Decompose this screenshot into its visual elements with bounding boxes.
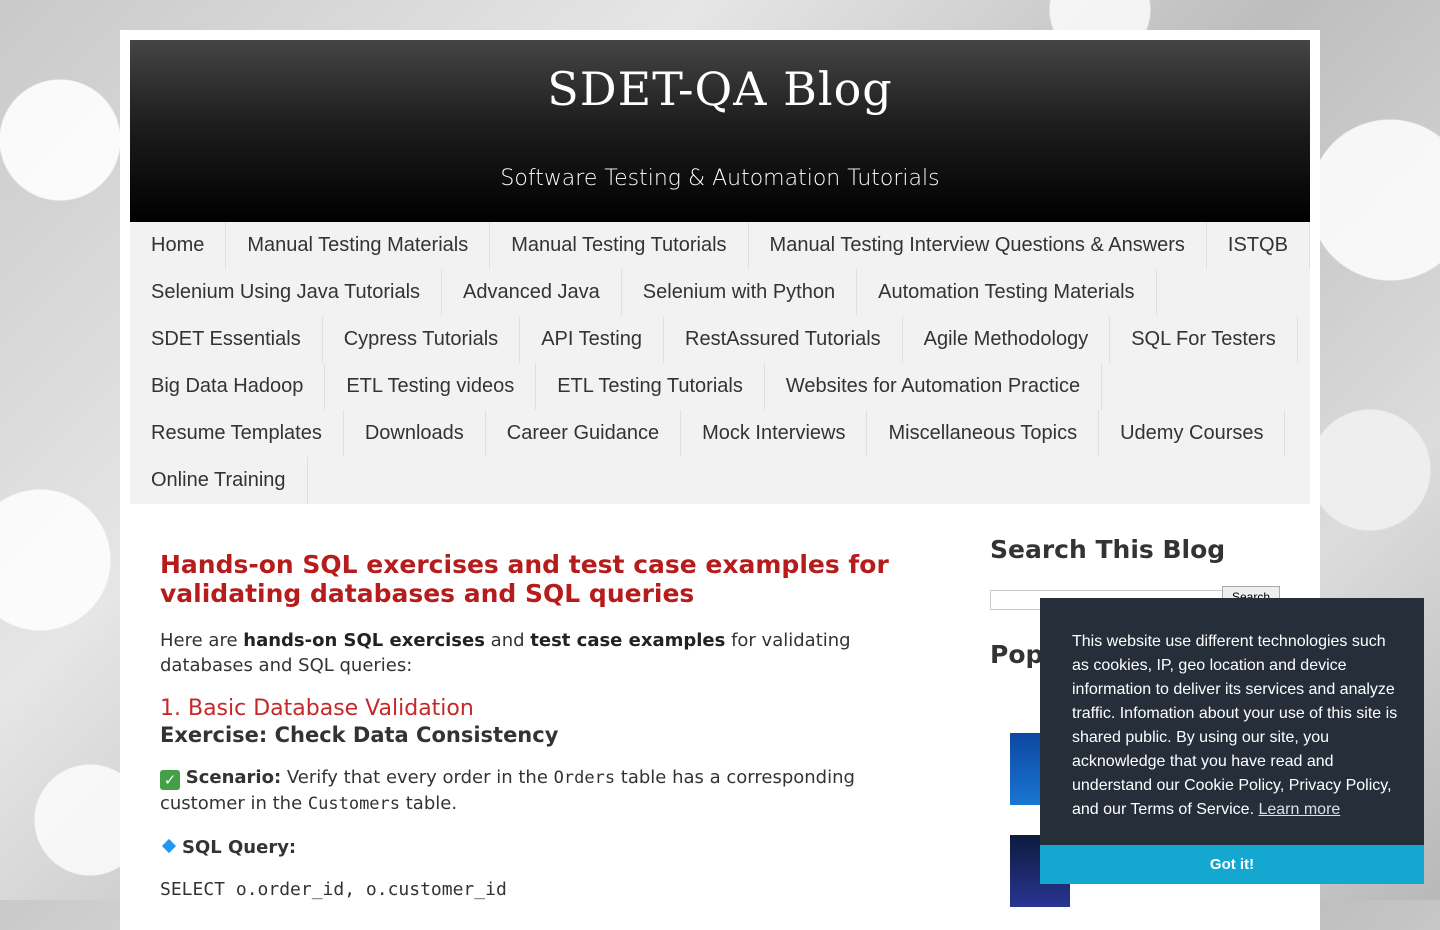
intro-text: and [484, 630, 531, 651]
nav-item-agile[interactable]: Agile Methodology [903, 316, 1111, 363]
nav-item-etl-tutorials[interactable]: ETL Testing Tutorials [536, 363, 765, 410]
scenario-label: Scenario: [185, 767, 282, 788]
scenario-text: table. [400, 793, 458, 814]
nav-item-big-data[interactable]: Big Data Hadoop [130, 363, 326, 410]
nav-item-automation-materials[interactable]: Automation Testing Materials [857, 269, 1157, 316]
scenario-text: Verify that every order in the [281, 767, 554, 788]
nav-item-cypress[interactable]: Cypress Tutorials [323, 316, 521, 363]
cookie-message: This website use different technologies … [1072, 630, 1402, 822]
inline-code: Customers [307, 794, 401, 814]
got-it-button[interactable]: Got it! [1040, 845, 1424, 884]
nav-item-manual-testing-tutorials[interactable]: Manual Testing Tutorials [490, 222, 749, 269]
nav-item-sql-testers[interactable]: SQL For Testers [1110, 316, 1298, 363]
nav-item-selenium-python[interactable]: Selenium with Python [622, 269, 858, 316]
blog-title[interactable]: SDET-QA Blog [130, 62, 1310, 116]
code-block: SELECT o.order_id, o.customer_id [160, 879, 507, 900]
nav-item-restassured[interactable]: RestAssured Tutorials [664, 316, 903, 363]
post-title[interactable]: Hands-on SQL exercises and test case exa… [160, 550, 935, 608]
intro-bold: test case examples [530, 630, 726, 651]
learn-more-link[interactable]: Learn more [1258, 801, 1340, 818]
nav-row: Resume Templates Downloads Career Guidan… [130, 410, 1310, 457]
nav-row: Selenium Using Java Tutorials Advanced J… [130, 269, 1310, 316]
exercise-heading: Exercise: Check Data Consistency [160, 723, 559, 747]
cookie-banner: This website use different technologies … [1040, 598, 1424, 884]
nav-row: Home Manual Testing Materials Manual Tes… [130, 222, 1310, 269]
blog-header: SDET-QA Blog Software Testing & Automati… [130, 40, 1310, 222]
check-icon: ✓ [160, 770, 180, 790]
inline-code: Orders [553, 768, 616, 788]
query-label-row: SQL Query: [160, 835, 935, 861]
nav-item-api-testing[interactable]: API Testing [520, 316, 664, 363]
intro-bold: hands-on SQL exercises [243, 630, 485, 651]
nav-row: SDET Essentials Cypress Tutorials API Te… [130, 316, 1310, 363]
nav-item-manual-testing-interview[interactable]: Manual Testing Interview Questions & Ans… [749, 222, 1207, 269]
nav-item-automation-practice[interactable]: Websites for Automation Practice [765, 363, 1103, 410]
nav-item-istqb[interactable]: ISTQB [1207, 222, 1310, 269]
diamond-icon [161, 838, 177, 854]
nav-item-manual-testing-materials[interactable]: Manual Testing Materials [226, 222, 491, 269]
post-intro: Here are hands-on SQL exercises and test… [160, 628, 935, 678]
nav-row: Big Data Hadoop ETL Testing videos ETL T… [130, 363, 1310, 410]
nav-item-mock-interviews[interactable]: Mock Interviews [681, 410, 868, 457]
search-title: Search This Blog [990, 535, 1226, 564]
nav-item-online-training[interactable]: Online Training [130, 457, 308, 504]
section-heading: 1. Basic Database Validation [160, 696, 474, 721]
nav-item-home[interactable]: Home [130, 222, 227, 269]
nav-item-etl-videos[interactable]: ETL Testing videos [325, 363, 537, 410]
nav-item-sdet-essentials[interactable]: SDET Essentials [130, 316, 323, 363]
blog-description: Software Testing & Automation Tutorials [500, 166, 940, 191]
nav-item-selenium-java[interactable]: Selenium Using Java Tutorials [130, 269, 443, 316]
post-body: Hands-on SQL exercises and test case exa… [160, 550, 935, 900]
nav-row: Online Training [130, 457, 1310, 504]
nav-item-downloads[interactable]: Downloads [344, 410, 486, 457]
nav-item-career[interactable]: Career Guidance [486, 410, 682, 457]
nav-item-misc[interactable]: Miscellaneous Topics [867, 410, 1100, 457]
intro-text: Here are [160, 630, 244, 651]
scenario-paragraph: ✓ Scenario: Verify that every order in t… [160, 765, 935, 817]
nav-item-resume[interactable]: Resume Templates [130, 410, 344, 457]
nav-item-advanced-java[interactable]: Advanced Java [442, 269, 622, 316]
cookie-text: This website use different technologies … [1072, 633, 1398, 818]
nav-menu: Home Manual Testing Materials Manual Tes… [130, 222, 1310, 504]
query-label: SQL Query: [182, 837, 297, 858]
nav-item-udemy[interactable]: Udemy Courses [1099, 410, 1286, 457]
